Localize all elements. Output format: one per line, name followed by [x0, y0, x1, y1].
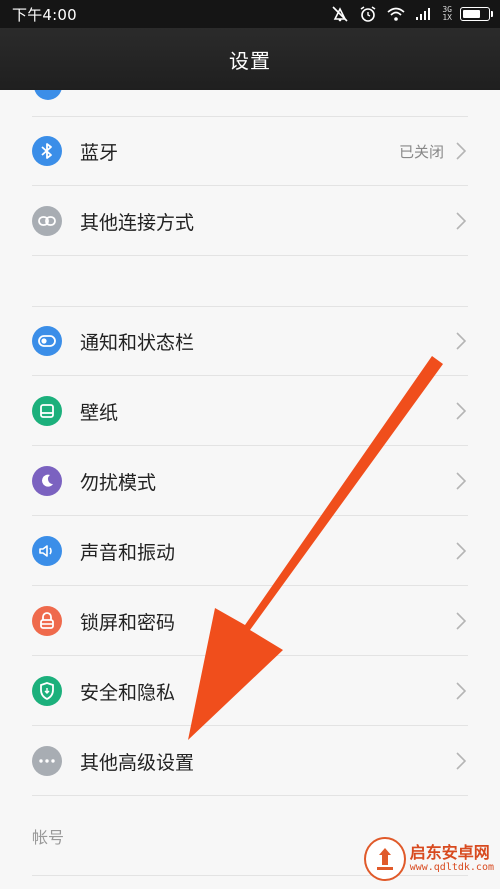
- chevron-right-icon: [456, 212, 470, 230]
- chevron-right-icon: [456, 612, 470, 630]
- watermark-url: www.qdltdk.com: [409, 862, 494, 874]
- settings-item-label: 其他高级设置: [80, 751, 195, 774]
- system-group: 通知和状态栏 壁纸勿扰模式声音和振动锁屏和密码安全和隐私其他高级设置: [0, 306, 500, 796]
- watermark: 启东安卓网 www.qdltdk.com: [364, 833, 494, 885]
- watermark-brand: 启东安卓网: [409, 843, 490, 863]
- vibrate-off-icon: [330, 6, 350, 22]
- group-gap: [0, 256, 500, 306]
- alarm-icon: [358, 6, 378, 22]
- settings-item-advanced[interactable]: 其他高级设置: [0, 726, 500, 796]
- settings-item-label: 声音和振动: [80, 541, 176, 564]
- bluetooth-icon: [32, 136, 62, 166]
- partial-list-item[interactable]: [0, 90, 500, 116]
- watermark-logo: [364, 837, 406, 881]
- network-type: 3G 1X: [442, 5, 452, 22]
- title-bar: 设置: [0, 28, 500, 90]
- settings-item-label: 勿扰模式: [80, 471, 157, 494]
- settings-item-label: 通知和状态栏: [80, 331, 195, 354]
- lock-icon: [32, 606, 62, 636]
- settings-item-label: 蓝牙: [80, 141, 119, 164]
- settings-item-lock[interactable]: 锁屏和密码: [0, 586, 500, 656]
- status-time: 下午4:00: [12, 5, 77, 24]
- settings-list: 蓝牙 已关闭 其他连接方式 通知和状态栏 壁纸 勿扰模式 声音和振动 锁屏和密码 安全和隐私其…: [0, 90, 500, 876]
- chevron-right-icon: [456, 542, 470, 560]
- chevron-right-icon: [456, 332, 470, 350]
- shield-icon: [32, 676, 62, 706]
- settings-item-sound[interactable]: 声音和振动: [0, 516, 500, 586]
- more-icon: [32, 746, 62, 776]
- settings-item-security[interactable]: 安全和隐私: [0, 656, 500, 726]
- signal-icon: [414, 6, 434, 22]
- page-title: 设置: [229, 48, 271, 73]
- settings-item-wallpaper[interactable]: 壁纸: [0, 376, 500, 446]
- wifi-icon: [386, 6, 406, 22]
- settings-item-label: 锁屏和密码: [80, 611, 176, 634]
- settings-item-label: 壁纸: [80, 401, 119, 424]
- battery-icon: [460, 7, 493, 21]
- settings-item-notification[interactable]: 通知和状态栏: [0, 306, 500, 376]
- settings-item-value: 已关闭: [398, 142, 444, 161]
- moon-icon: [32, 466, 62, 496]
- wallpaper-icon: [32, 396, 62, 426]
- chevron-right-icon: [456, 402, 470, 420]
- section-account-label: 帐号: [32, 828, 65, 847]
- settings-item-dnd[interactable]: 勿扰模式: [0, 446, 500, 516]
- chevron-right-icon: [456, 752, 470, 770]
- settings-item-other-connection[interactable]: 其他连接方式: [0, 186, 500, 256]
- toggle-icon: [32, 326, 62, 356]
- settings-item-label: 其他连接方式: [80, 211, 195, 234]
- speaker-icon: [32, 536, 62, 566]
- link-icon: [32, 206, 62, 236]
- chevron-right-icon: [456, 682, 470, 700]
- status-icons: 3G 1X: [330, 5, 493, 22]
- settings-item-bluetooth[interactable]: 蓝牙 已关闭: [0, 116, 500, 186]
- chevron-right-icon: [456, 142, 470, 160]
- status-bar: 下午4:00 3G 1X: [0, 0, 500, 28]
- chevron-right-icon: [456, 472, 470, 490]
- connection-group: 蓝牙 已关闭其他连接方式: [0, 116, 500, 256]
- settings-item-label: 安全和隐私: [80, 681, 176, 704]
